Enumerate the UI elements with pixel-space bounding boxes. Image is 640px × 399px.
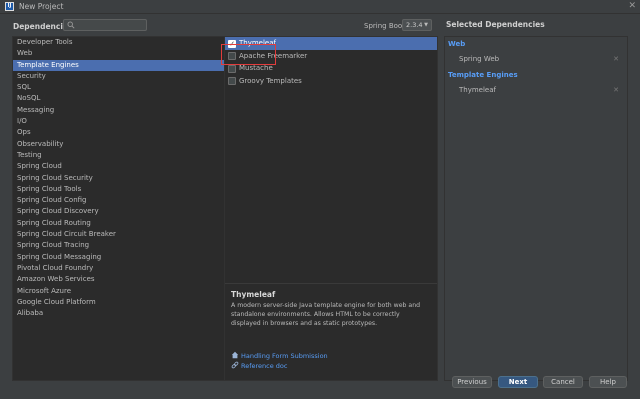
home-icon xyxy=(231,351,239,359)
category-item[interactable]: Spring Cloud Messaging xyxy=(13,252,225,263)
category-item[interactable]: Spring Cloud Circuit Breaker xyxy=(13,229,225,240)
spring-boot-label: Spring Boot xyxy=(364,22,405,30)
category-list: Developer Tools Web Template Engines Securi… xyxy=(12,36,226,381)
category-item[interactable]: Observability xyxy=(13,139,225,150)
reference-doc-link[interactable]: Reference doc xyxy=(231,361,287,370)
category-item[interactable]: Microsoft Azure xyxy=(13,286,225,297)
help-button[interactable]: Help xyxy=(589,376,627,388)
selected-dependencies-title: Selected Dependencies xyxy=(446,20,545,29)
category-item[interactable]: Spring Cloud Security xyxy=(13,173,225,184)
search-icon xyxy=(67,21,75,29)
new-project-dialog: Dependencies Spring Boot 2.3.4 ▼ Develop… xyxy=(0,14,640,399)
selected-item-spring-web: Spring Web ✕ xyxy=(445,51,627,67)
dependency-item[interactable]: Groovy Templates xyxy=(225,75,437,88)
remove-icon[interactable]: ✕ xyxy=(613,51,619,67)
selected-item-thymeleaf: Thymeleaf ✕ xyxy=(445,82,627,98)
dependency-label: Groovy Templates xyxy=(239,76,302,85)
dependency-checkbox[interactable] xyxy=(228,77,236,85)
category-item[interactable]: I/O xyxy=(13,116,225,127)
selected-item-label: Thymeleaf xyxy=(459,86,496,94)
category-item[interactable]: Spring Cloud Tools xyxy=(13,184,225,195)
selected-group-template-engines: Template Engines xyxy=(448,71,518,79)
dependency-label: Mustache xyxy=(239,64,273,72)
selected-dependencies-panel: Web Spring Web ✕ Template Engines Thymel… xyxy=(444,36,628,381)
category-item[interactable]: Pivotal Cloud Foundry xyxy=(13,263,225,274)
category-item[interactable]: Web xyxy=(13,48,225,59)
category-item[interactable]: Alibaba xyxy=(13,308,225,319)
category-item[interactable]: Spring Cloud xyxy=(13,161,225,172)
spring-boot-version-value: 2.3.4 xyxy=(406,21,423,29)
category-item[interactable]: Messaging xyxy=(13,105,225,116)
category-item[interactable]: SQL xyxy=(13,82,225,93)
dependency-checkbox[interactable] xyxy=(228,64,236,73)
selected-item-label: Spring Web xyxy=(459,55,500,63)
link-icon xyxy=(231,361,239,369)
category-item[interactable]: NoSQL xyxy=(13,93,225,104)
highlight-annotation xyxy=(221,44,276,65)
description-title: Thymeleaf xyxy=(231,290,276,299)
guide-link[interactable]: Handling Form Submission xyxy=(231,351,328,360)
category-item[interactable]: Spring Cloud Tracing xyxy=(13,240,225,251)
description-divider xyxy=(225,283,437,284)
category-item[interactable]: Spring Cloud Discovery xyxy=(13,206,225,217)
category-item[interactable]: Template Engines xyxy=(13,59,225,71)
dependency-list-panel: ✓ Thymeleaf Apache Freemarker Mustache Groov… xyxy=(224,36,438,381)
search-input[interactable] xyxy=(77,20,145,30)
window-title: New Project xyxy=(19,2,64,11)
spring-boot-version-select[interactable]: 2.3.4 ▼ xyxy=(402,19,432,31)
previous-button[interactable]: Previous xyxy=(452,376,492,388)
search-field[interactable] xyxy=(63,19,147,31)
category-item[interactable]: Ops xyxy=(13,127,225,138)
category-item[interactable]: Security xyxy=(13,71,225,82)
description-text: A modern server-side Java template engin… xyxy=(231,302,421,327)
category-item[interactable]: Developer Tools xyxy=(13,37,225,48)
remove-icon[interactable]: ✕ xyxy=(613,82,619,98)
category-item[interactable]: Spring Cloud Config xyxy=(13,195,225,206)
category-item[interactable]: Amazon Web Services xyxy=(13,274,225,285)
title-bar: IJ New Project ✕ xyxy=(0,0,640,14)
category-item[interactable]: Google Cloud Platform xyxy=(13,297,225,308)
window-close-icon[interactable]: ✕ xyxy=(628,1,636,11)
reference-doc-link-label: Reference doc xyxy=(241,362,288,370)
category-item[interactable]: Testing xyxy=(13,150,225,161)
selected-group-web: Web xyxy=(448,40,466,48)
intellij-logo-icon: IJ xyxy=(5,2,14,11)
category-item[interactable]: Spring Cloud Routing xyxy=(13,218,225,229)
guide-link-label: Handling Form Submission xyxy=(241,352,328,360)
chevron-down-icon: ▼ xyxy=(424,22,428,28)
next-button[interactable]: Next xyxy=(498,376,538,388)
cancel-button[interactable]: Cancel xyxy=(543,376,583,388)
